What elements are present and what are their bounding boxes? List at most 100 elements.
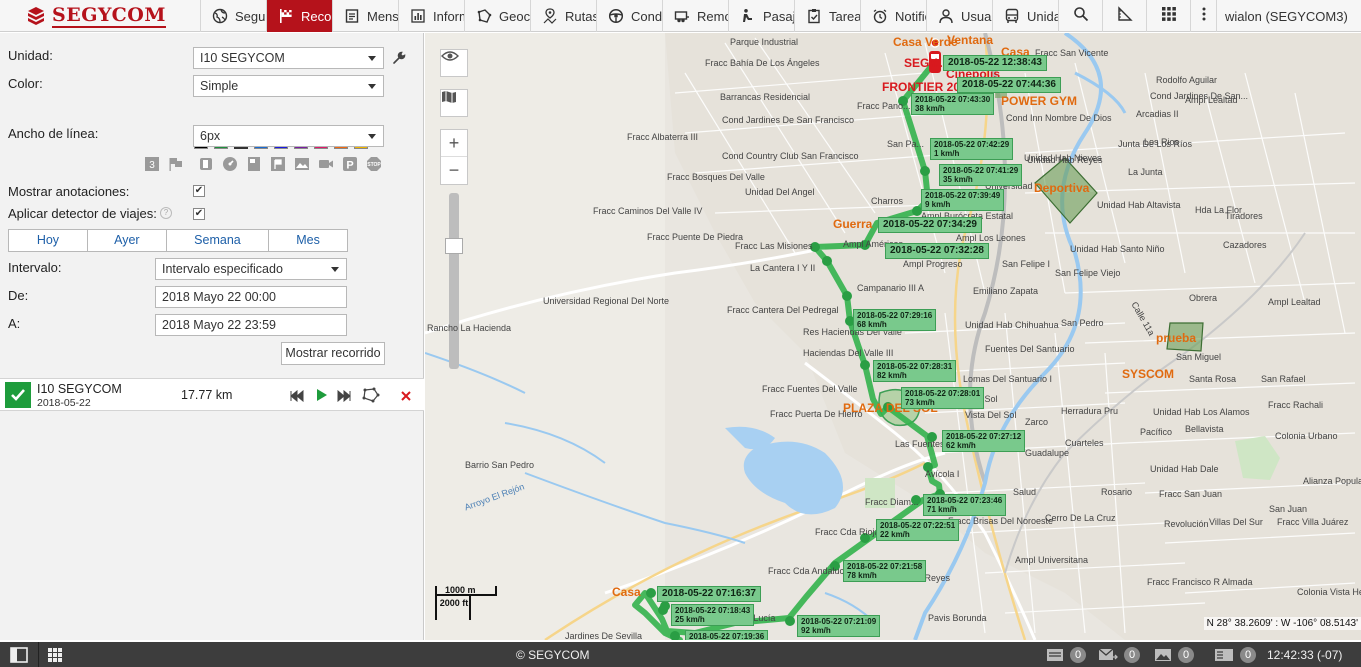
from-datetime-input[interactable]: 2018 Mayo 22 00:00 (155, 286, 347, 308)
track-annotation[interactable]: 2018-05-22 07:42:29 1 km/h (930, 138, 1014, 160)
tab-tasks[interactable]: Tareas (794, 0, 860, 32)
period-week-button[interactable]: Semana (165, 230, 268, 251)
tab-passengers[interactable]: Pasajeros (728, 0, 794, 32)
period-today-button[interactable]: Hoy (9, 230, 87, 251)
period-month-button[interactable]: Mes (268, 230, 347, 251)
play-icon[interactable] (316, 388, 328, 407)
grid-icon (48, 647, 62, 662)
track-annotation[interactable]: 2018-05-22 07:34:29 (878, 217, 982, 233)
track-annotation[interactable]: 2018-05-22 07:23:46 71 km/h (923, 494, 1007, 516)
images-counter[interactable]: 0 (1154, 646, 1194, 663)
map-view[interactable]: + − Parque Industrial Fracc Bahía De Los… (425, 33, 1361, 640)
color-select[interactable]: Simple (193, 75, 384, 97)
track-annotation[interactable]: 2018-05-22 07:27:12 62 km/h (942, 430, 1026, 452)
tab-notifications[interactable]: Notificaciones (860, 0, 926, 32)
annotation-time: 2018-05-22 07:29:16 (857, 311, 933, 320)
annotation-time: 2018-05-22 07:21:09 (801, 617, 877, 626)
poi-label[interactable]: Guerra (833, 217, 872, 231)
line-width-select[interactable]: 6px (193, 125, 384, 147)
visibility-toggle-button[interactable] (440, 49, 468, 77)
poi-label[interactable]: SEGY... (904, 56, 946, 70)
track-annotation[interactable]: 2018-05-22 07:32:28 (885, 243, 989, 259)
flags-icon[interactable] (167, 155, 185, 173)
tab-monitoring[interactable]: Seguimiento (200, 0, 266, 32)
sms-counter[interactable]: 0 (1214, 646, 1256, 663)
brand-logo[interactable]: SEGYCOM (0, 0, 200, 32)
map-place-label: Campanario III A (857, 283, 925, 293)
apps-button[interactable] (1146, 0, 1190, 32)
period-yesterday-button[interactable]: Ayer (86, 230, 166, 251)
poi-label[interactable]: prueba (1156, 331, 1196, 345)
show-track-button[interactable]: Mostrar recorrido (281, 342, 385, 365)
map-place-label: Santa Rosa (1189, 374, 1237, 384)
poi-label[interactable]: Ventana (947, 33, 993, 47)
zoom-slider[interactable] (445, 193, 463, 369)
tab-routes[interactable]: Rutas (530, 0, 596, 32)
zoom-out-button[interactable]: − (441, 157, 467, 184)
map-layers-button[interactable] (440, 89, 468, 117)
tab-reports[interactable]: Informes (398, 0, 464, 32)
track-annotation[interactable]: 2018-05-22 07:18:43 25 km/h (671, 604, 755, 626)
poi-label[interactable]: SYSCOM (1122, 367, 1174, 381)
trip-detector-checkbox[interactable]: ✔ (193, 208, 205, 220)
track-annotation[interactable]: 2018-05-22 07:21:58 78 km/h (843, 560, 927, 582)
messages-counter[interactable]: 0 (1046, 646, 1086, 663)
more-menu-button[interactable] (1190, 0, 1216, 32)
fit-track-icon[interactable] (362, 387, 380, 408)
dashboard-button[interactable] (47, 646, 63, 663)
track-annotation[interactable]: 2018-05-22 12:38:43 (943, 55, 1047, 71)
tab-drivers[interactable]: Conductores (596, 0, 662, 32)
stop-sign-icon[interactable]: STOP (365, 155, 383, 173)
delete-track-icon[interactable] (400, 389, 412, 407)
annotations-checkbox[interactable]: ✔ (193, 185, 205, 197)
annotation-speed: 92 km/h (801, 626, 831, 635)
track-annotation[interactable]: 2018-05-22 07:28:01 73 km/h (901, 387, 985, 409)
zoom-in-button[interactable]: + (441, 130, 467, 157)
track-annotation[interactable]: 2018-05-22 07:41:29 35 km/h (939, 164, 1023, 186)
parking-icon[interactable]: P (341, 155, 359, 173)
stop-flag-icon[interactable] (269, 155, 287, 173)
video-icon[interactable] (317, 155, 335, 173)
track-annotation[interactable]: 2018-05-22 07:43:30 38 km/h (911, 93, 995, 115)
track-annotation[interactable]: 2018-05-22 07:22:51 22 km/h (876, 519, 960, 541)
track-annotation[interactable]: 2018-05-22 07:16:37 (657, 586, 761, 602)
speed-icon[interactable] (221, 155, 239, 173)
user-menu[interactable]: wialon (SEGYCOM3) (1216, 0, 1361, 32)
poi-label[interactable]: Casa (612, 585, 641, 599)
track-annotation[interactable]: 2018-05-22 07:29:16 68 km/h (853, 309, 937, 331)
poi-label[interactable]: Deportiva (1034, 181, 1089, 195)
fuel-pump-icon[interactable] (245, 155, 263, 173)
wrench-icon[interactable] (392, 51, 406, 70)
track-list-item[interactable]: I10 SEGYCOM 2018-05-22 17.77 km (0, 378, 424, 411)
map-place-label: Fracc San Juan (1159, 489, 1223, 499)
ruler-button[interactable] (1102, 0, 1146, 32)
search-button[interactable] (1058, 0, 1102, 32)
info-icon[interactable]: ? (160, 207, 172, 219)
track-visible-checkbox[interactable] (5, 382, 31, 408)
track-annotation[interactable]: 2018-05-22 07:39:49 9 km/h (921, 189, 1005, 211)
map-place-label: Cazadores (1223, 240, 1267, 250)
mail-counter[interactable]: 0 (1098, 646, 1140, 663)
fuel-icon[interactable] (197, 155, 215, 173)
tab-users[interactable]: Usuarios (926, 0, 992, 32)
skip-back-icon[interactable] (290, 389, 304, 407)
interval-select[interactable]: Intervalo especificado (155, 258, 347, 280)
map-place-label: Haciendas Del Valle III (803, 348, 894, 358)
track-annotation[interactable]: 2018-05-22 07:21:09 92 km/h (797, 615, 881, 637)
toggle-panel-button[interactable] (10, 646, 28, 663)
track-annotation[interactable]: 2018-05-22 07:28:31 82 km/h (873, 360, 957, 382)
track-annotation[interactable]: 2018-05-22 07:19:36 (685, 630, 769, 640)
unit-select[interactable]: I10 SEGYCOM (193, 47, 384, 69)
tab-tracks[interactable]: Recorridos (266, 0, 332, 32)
tab-geofences[interactable]: Geocercas (464, 0, 530, 32)
skip-forward-icon[interactable] (337, 389, 351, 407)
tab-trailers[interactable]: Remolques (662, 0, 728, 32)
poi-label[interactable]: POWER GYM (1001, 94, 1077, 108)
zoom-slider-handle[interactable] (445, 238, 463, 254)
photo-icon[interactable] (293, 155, 311, 173)
tab-messages[interactable]: Mensajes (332, 0, 398, 32)
to-datetime-input[interactable]: 2018 Mayo 22 23:59 (155, 314, 347, 336)
tab-units[interactable]: Unidades (992, 0, 1058, 32)
track-annotation[interactable]: 2018-05-22 07:44:36 (957, 77, 1061, 93)
numbered-marker-icon[interactable]: 3 (143, 155, 161, 173)
